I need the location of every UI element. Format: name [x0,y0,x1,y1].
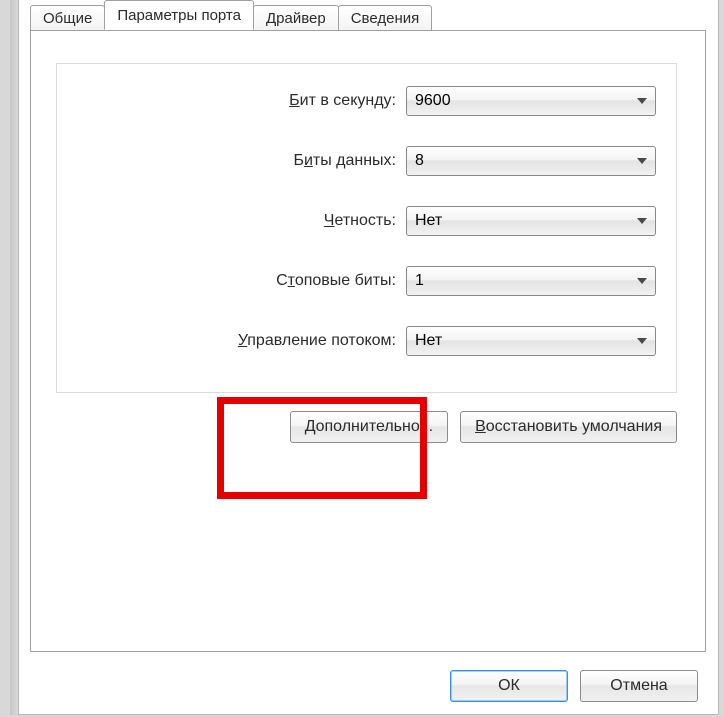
chevron-down-icon [637,338,647,344]
stopbits-label: Стоповые биты: [276,272,396,290]
parity-combo[interactable]: Нет [406,206,656,236]
advanced-button[interactable]: Дополнительно... [290,411,448,443]
chevron-down-icon [637,218,647,224]
chevron-down-icon [637,278,647,284]
cancel-button[interactable]: Отмена [580,670,698,702]
tab-driver[interactable]: Драйвер [253,5,339,31]
tab-port-parameters[interactable]: Параметры порта [104,0,254,30]
stopbits-value: 1 [415,272,424,290]
baud-row: Бит в секунду: 9600 [77,86,656,116]
parity-value: Нет [415,212,442,230]
databits-combo[interactable]: 8 [406,146,656,176]
restore-defaults-button[interactable]: Восстановить умолчания [460,411,677,443]
flowctrl-combo[interactable]: Нет [406,326,656,356]
flowctrl-value: Нет [415,332,442,350]
ok-button[interactable]: ОК [450,670,568,702]
stopbits-combo[interactable]: 1 [406,266,656,296]
parity-label: Четность: [324,212,396,230]
chevron-down-icon [637,98,647,104]
tab-general[interactable]: Общие [30,5,105,31]
stopbits-row: Стоповые биты: 1 [77,266,656,296]
parity-row: Четность: Нет [77,206,656,236]
baud-label: Бит в секунду: [289,92,396,110]
chevron-down-icon [637,158,647,164]
baud-combo[interactable]: 9600 [406,86,656,116]
tabs-row: Общие Параметры порта Драйвер Сведения [19,0,718,30]
databits-value: 8 [415,152,424,170]
baud-value: 9600 [415,92,451,110]
tab-details[interactable]: Сведения [338,5,433,31]
tab-content: Бит в секунду: 9600 Биты данных: 8 Четно… [30,30,706,652]
action-buttons-row: Дополнительно... Восстановить умолчания [56,411,677,443]
port-settings-group: Бит в секунду: 9600 Биты данных: 8 Четно… [56,63,677,393]
properties-window: Общие Параметры порта Драйвер Сведения Б… [18,0,719,715]
databits-label: Биты данных: [293,152,396,170]
flowctrl-row: Управление потоком: Нет [77,326,656,356]
dialog-footer: ОК Отмена [19,658,718,714]
flowctrl-label: Управление потоком: [238,332,396,350]
window-shadow [10,0,18,715]
databits-row: Биты данных: 8 [77,146,656,176]
